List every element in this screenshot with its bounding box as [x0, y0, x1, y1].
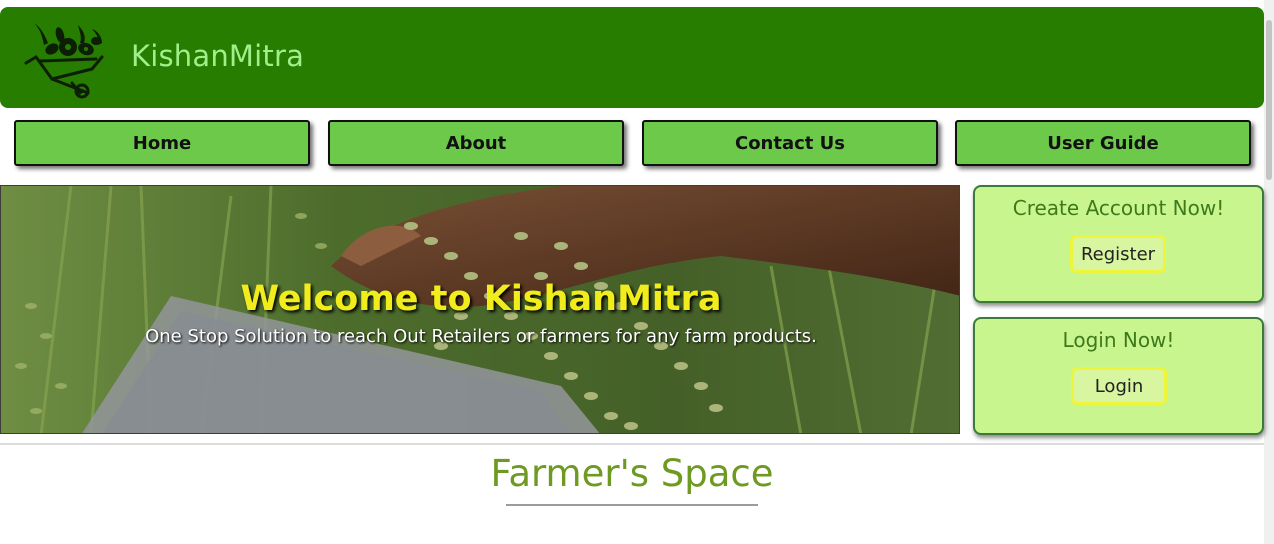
nav-contact-button[interactable]: Contact Us: [642, 120, 938, 166]
scrollbar-thumb[interactable]: [1266, 20, 1272, 180]
login-button[interactable]: Login: [1071, 367, 1167, 405]
register-card-title: Create Account Now!: [1012, 196, 1225, 220]
login-card: Login Now! Login: [973, 317, 1264, 435]
nav-home-button[interactable]: Home: [14, 120, 310, 166]
brand-name[interactable]: KishanMitra: [131, 39, 304, 73]
section-title: Farmer's Space: [490, 452, 774, 495]
hero-banner: Welcome to KishanMitra One Stop Solution…: [0, 185, 960, 434]
main-nav: Home About Contact Us User Guide: [0, 120, 1264, 168]
hero-title: Welcome to KishanMitra: [240, 279, 722, 319]
nav-about-button[interactable]: About: [328, 120, 624, 166]
hero-subtitle: One Stop Solution to reach Out Retailers…: [145, 326, 817, 347]
register-card: Create Account Now! Register: [973, 185, 1264, 303]
section-underline: [506, 504, 758, 506]
section-divider: [0, 443, 1264, 445]
farm-cart-logo-icon[interactable]: [22, 19, 108, 99]
nav-user-guide-button[interactable]: User Guide: [955, 120, 1251, 166]
register-button[interactable]: Register: [1070, 235, 1166, 273]
login-card-title: Login Now!: [1062, 328, 1175, 352]
page-scrollbar[interactable]: [1264, 0, 1274, 544]
site-header: KishanMitra: [0, 7, 1264, 108]
